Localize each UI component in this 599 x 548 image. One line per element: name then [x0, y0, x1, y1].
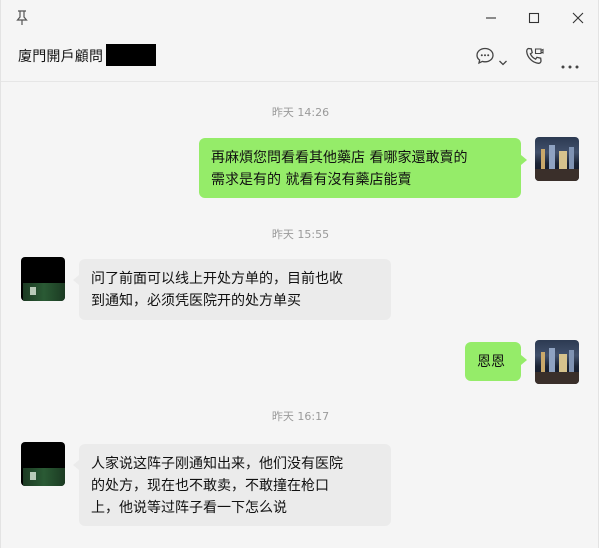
redacted-name [106, 44, 156, 66]
message-line: 再麻煩您問看看其他藥店 看哪家還敢賣的 [211, 150, 468, 166]
phone-video-icon[interactable] [524, 46, 544, 70]
avatar-self[interactable] [535, 137, 579, 181]
timestamp: 昨天 16:17 [271, 410, 330, 423]
close-button[interactable] [563, 6, 593, 30]
message-line: 恩恩 [477, 354, 505, 370]
message-bubble-other[interactable]: 问了前面可以线上开处方单的，目前也收 到通知，必须凭医院开的处方单买 [79, 259, 391, 320]
bubble-tail [521, 155, 527, 165]
minimize-button[interactable] [476, 6, 506, 30]
maximize-button[interactable] [519, 6, 549, 30]
pin-icon[interactable] [15, 10, 29, 26]
avatar-self[interactable] [535, 340, 579, 384]
avatar-other[interactable] [21, 257, 65, 301]
message-line: 上，他说等过阵子看一下怎么说 [91, 500, 287, 516]
chevron-down-icon[interactable] [498, 52, 508, 71]
avatar-other[interactable] [21, 442, 65, 486]
message-line: 问了前面可以线上开处方单的，目前也收 [91, 271, 343, 287]
chat-window: 廈門開戶顧問 昨天 14:26 再麻煩您問看看其他藥店 看哪家還敢賣的 需求是有… [0, 0, 599, 548]
chat-header: 廈門開戶顧問 [1, 36, 599, 82]
message-line: 需求是有的 就看有沒有藥店能賣 [211, 172, 412, 188]
message-bubble-other[interactable]: 人家说这阵子刚通知出来，他们没有医院 的处方，现在也不敢卖，不敢撞在枪口 上，他… [79, 444, 391, 526]
bubble-tail [521, 355, 527, 365]
message-list[interactable]: 昨天 14:26 再麻煩您問看看其他藥店 看哪家還敢賣的 需求是有的 就看有沒有… [1, 83, 599, 548]
chat-bubble-icon[interactable] [475, 46, 495, 70]
chat-title: 廈門開戶顧問 [18, 49, 104, 65]
message-line: 到通知，必须凭医院开的处方单买 [91, 293, 301, 309]
message-bubble-self[interactable]: 恩恩 [465, 342, 521, 381]
more-icon[interactable] [561, 54, 579, 73]
title-bar [1, 0, 599, 36]
timestamp: 昨天 14:26 [271, 106, 330, 119]
timestamp: 昨天 15:55 [271, 228, 330, 241]
message-bubble-self[interactable]: 再麻煩您問看看其他藥店 看哪家還敢賣的 需求是有的 就看有沒有藥店能賣 [199, 138, 521, 198]
message-line: 人家说这阵子刚通知出来，他们没有医院 [91, 456, 343, 472]
message-line: 的处方，现在也不敢卖，不敢撞在枪口 [91, 478, 329, 494]
